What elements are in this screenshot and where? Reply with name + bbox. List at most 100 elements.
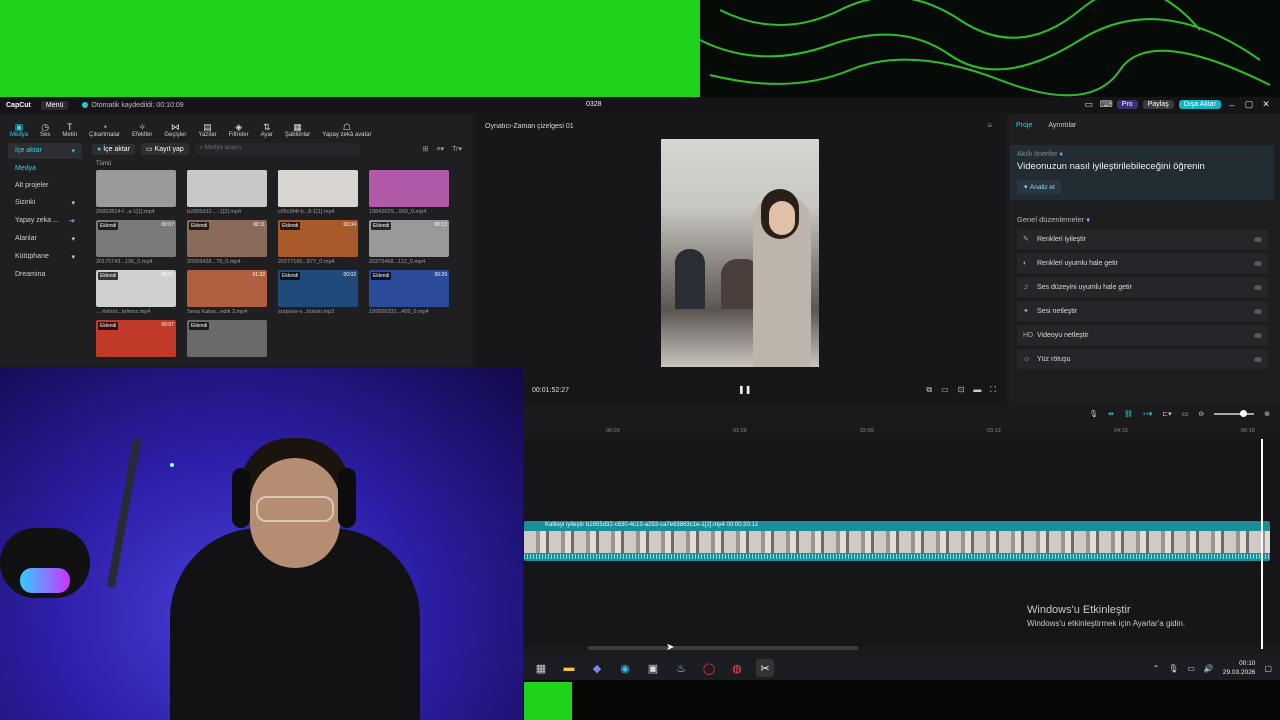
- tab-captions[interactable]: ▤ Yazılar: [192, 122, 222, 138]
- layout-icon[interactable]: ▭: [1083, 99, 1095, 110]
- player-menu-icon[interactable]: ≡: [987, 121, 992, 130]
- media-thumbnail[interactable]: 01:32 Sena Kabar...edik 2.mp4: [187, 270, 267, 315]
- edge-icon[interactable]: ◉: [616, 659, 634, 677]
- screenshot-icon[interactable]: ⊡: [958, 385, 965, 395]
- toggle-switch[interactable]: [1254, 236, 1262, 242]
- general-edit-item[interactable]: ☺ Yüz rötuşu: [1017, 349, 1268, 369]
- sidebar-item-spaces[interactable]: Alanlar ▾: [8, 231, 82, 247]
- sidebar-item-import[interactable]: İçe aktar ▾: [8, 143, 82, 159]
- discord-icon[interactable]: ◍: [728, 659, 746, 677]
- volume-icon[interactable]: 🔊: [1204, 664, 1214, 673]
- media-thumbnail[interactable]: Eklendi 00:07 20176743...196_0.mp4: [96, 220, 176, 265]
- sidebar-item-library[interactable]: Kütüphane ▾: [8, 249, 82, 265]
- toggle-switch[interactable]: [1254, 308, 1262, 314]
- general-edit-item[interactable]: ◐ Renkleri uyumlu hale getir: [1017, 253, 1268, 273]
- media-thumbnail[interactable]: Eklendi 00:07: [96, 320, 176, 357]
- toggle-switch[interactable]: [1254, 260, 1262, 266]
- media-thumbnail[interactable]: 25892814-f...a-1[1].mp4: [96, 170, 176, 215]
- zoom-in-icon[interactable]: ⊕: [1264, 410, 1270, 418]
- media-thumbnail[interactable]: Eklendi 00:11 20259428...78_0.mp4: [187, 220, 267, 265]
- media-thumbnail[interactable]: Eklendi: [187, 320, 267, 357]
- ratio-icon[interactable]: ▭: [941, 385, 949, 395]
- split-icon[interactable]: ⊏▾: [1162, 410, 1171, 418]
- shortcuts-icon[interactable]: ⌨: [1100, 99, 1113, 110]
- tab-ai-avatar[interactable]: ☖ Yapay zekâ avatar: [316, 122, 377, 138]
- pause-icon[interactable]: ❚❚: [738, 385, 751, 394]
- general-edit-item[interactable]: ✦ Sesi netleştir: [1017, 301, 1268, 321]
- video-preview[interactable]: [661, 139, 819, 367]
- preview-axis-icon[interactable]: ⇿▾: [1143, 410, 1152, 418]
- media-thumbnail[interactable]: Eklendi 00:07 ... #short...telmez.mp4: [96, 270, 176, 315]
- steam-icon[interactable]: ♨: [672, 659, 690, 677]
- minimize-icon[interactable]: –: [1226, 100, 1238, 110]
- grid-view-icon[interactable]: ⊞: [423, 145, 429, 153]
- toggle-switch[interactable]: [1254, 356, 1262, 362]
- toggle-switch[interactable]: [1254, 332, 1262, 338]
- record-button[interactable]: ▭ Kayıt yap: [141, 143, 189, 155]
- media-thumbnail[interactable]: b2855d32-...-1[2].mp4: [187, 170, 267, 215]
- search-input[interactable]: ⌕ Medya arayın: [194, 143, 360, 155]
- magnet-icon[interactable]: ⇹: [1108, 410, 1114, 418]
- notification-icon[interactable]: ▢: [1264, 664, 1272, 673]
- link-icon[interactable]: ⛓: [1124, 410, 1133, 418]
- zoom-out-icon[interactable]: ⊖: [1198, 410, 1204, 418]
- close-icon[interactable]: ✕: [1260, 99, 1272, 110]
- sidebar-item-media[interactable]: Medya: [8, 161, 82, 176]
- mic-icon[interactable]: 🎙: [1089, 410, 1098, 418]
- tab-media[interactable]: ▣ Medya: [4, 122, 34, 138]
- fullscreen-icon[interactable]: ⛶: [990, 385, 996, 395]
- tab-adjust[interactable]: ⇅ Ayar: [255, 122, 279, 138]
- tab-audio[interactable]: ◷ Ses: [34, 122, 56, 138]
- general-edit-item[interactable]: HD Videoyu netleştir: [1017, 325, 1268, 345]
- tab-filters[interactable]: ◈ Filtreler: [223, 122, 255, 138]
- video-clip[interactable]: Kaliteyi iyileştir b2855d32-c630-4c13-a2…: [524, 521, 1270, 561]
- tab-stickers[interactable]: ◔ Çıkartmalar: [83, 122, 126, 138]
- sidebar-item-ai[interactable]: Yapay zeka ... ➜: [8, 213, 82, 229]
- general-edit-item[interactable]: ✎ Renkleri iyileştir: [1017, 229, 1268, 249]
- aspect-icon[interactable]: ▬: [973, 385, 981, 395]
- pro-button[interactable]: Pro: [1116, 100, 1138, 109]
- tab-text[interactable]: T Metin: [56, 122, 83, 138]
- maximize-icon[interactable]: ▢: [1243, 99, 1255, 110]
- sidebar-item-dreamina[interactable]: Dreamina: [8, 267, 82, 282]
- clock[interactable]: 00:10 29.03.2026: [1223, 659, 1256, 677]
- tab-templates[interactable]: ▦ Şablonlar: [279, 122, 316, 138]
- general-edit-item[interactable]: ♫ Ses düzeyini uyumlu hale getir: [1017, 277, 1268, 297]
- network-icon[interactable]: ▭: [1187, 664, 1195, 673]
- media-thumbnail[interactable]: Eklendi 00:02 surprise-s...botom.mp3: [278, 270, 358, 315]
- export-button[interactable]: Dışa Aktar: [1178, 100, 1221, 109]
- zoom-knob[interactable]: [1240, 410, 1248, 417]
- file-explorer-icon[interactable]: ▬: [560, 659, 578, 677]
- sidebar-item-yours[interactable]: Sizinki ▾: [8, 195, 82, 211]
- store-icon[interactable]: ▣: [644, 659, 662, 677]
- sort-icon[interactable]: ≡▾: [437, 145, 445, 153]
- sidebar-item-subprojects[interactable]: Alt projeler: [8, 178, 82, 193]
- timeline-scrollbar[interactable]: [588, 646, 858, 650]
- media-thumbnail[interactable]: Eklendi 00:34 20277165...877_0.mp4: [278, 220, 358, 265]
- crop-icon[interactable]: ⧉: [926, 385, 932, 395]
- tab-transitions[interactable]: ⋈ Geçişler: [158, 122, 192, 138]
- tab-project[interactable]: Proje: [1016, 122, 1032, 129]
- tab-effects[interactable]: ✧ Efektler: [126, 122, 158, 138]
- media-thumbnail[interactable]: c65c0f4f-b...8-1[1].mp4: [278, 170, 358, 215]
- timeline-ruler[interactable]: 00:03 01:06 02:09 03:12 04:15 05:18: [524, 425, 1280, 439]
- zoom-slider[interactable]: [1214, 410, 1255, 417]
- media-thumbnail[interactable]: 1984262S...969_0.mp4: [369, 170, 449, 215]
- media-thumbnail[interactable]: Eklendi 00:13 20273468...112_0.mp4: [369, 220, 449, 265]
- tab-details[interactable]: Ayrıntılar: [1048, 122, 1076, 129]
- capcut-icon[interactable]: ✂: [756, 659, 774, 677]
- media-thumbnail[interactable]: Eklendi 00:29 199926331...499_0.mp4: [369, 270, 449, 315]
- caption-icon[interactable]: ▭: [1182, 410, 1189, 418]
- toggle-switch[interactable]: [1254, 284, 1262, 290]
- chevron-up-icon[interactable]: ⌃: [1153, 664, 1160, 673]
- task-view-icon[interactable]: ▦: [532, 659, 550, 677]
- teams-icon[interactable]: ◆: [588, 659, 606, 677]
- playhead[interactable]: [1261, 439, 1263, 649]
- opera-icon[interactable]: ◯: [700, 659, 718, 677]
- filter-type-button[interactable]: Tr▾: [452, 145, 462, 153]
- analyze-button[interactable]: ✦ Analiz et: [1017, 180, 1061, 194]
- share-button[interactable]: Paylaş: [1142, 100, 1174, 109]
- import-button[interactable]: ● İçe aktar: [92, 143, 136, 155]
- mic-icon[interactable]: 🎙: [1168, 664, 1178, 673]
- menu-button[interactable]: Menü: [40, 101, 69, 110]
